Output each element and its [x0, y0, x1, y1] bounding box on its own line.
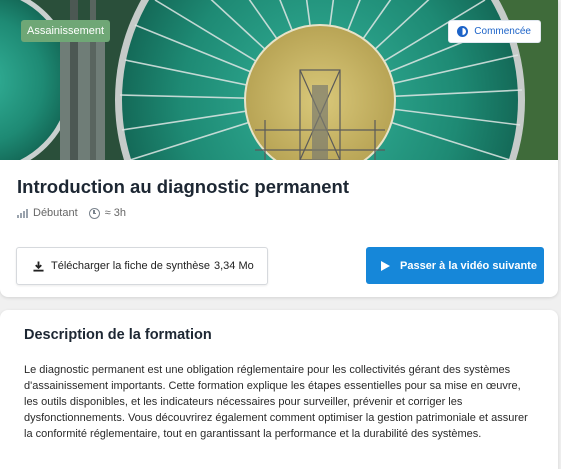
download-summary-button[interactable]: Télécharger la fiche de synthèse 3,34 Mo — [16, 247, 268, 285]
status-badge: Commencée — [448, 20, 541, 43]
level-bars-icon — [17, 208, 28, 218]
course-hero-image: Assainissement Commencée — [0, 0, 558, 160]
download-size: 3,34 Mo — [213, 260, 254, 272]
level-label: Débutant — [33, 207, 78, 219]
duration-label: ≈ 3h — [104, 207, 126, 219]
download-label: Télécharger la fiche de synthèse — [51, 260, 210, 272]
play-icon — [381, 260, 390, 271]
course-meta: Débutant ≈ 3h — [17, 207, 126, 219]
category-badge: Assainissement — [21, 20, 111, 42]
description-text: Le diagnostic permanent est une obligati… — [24, 364, 528, 440]
description-card: Description de la formation Le diagnosti… — [0, 310, 558, 469]
download-icon — [33, 260, 44, 272]
course-title: Introduction au diagnostic permanent — [17, 176, 349, 197]
clock-icon — [88, 207, 100, 219]
next-video-button[interactable]: Passer à la vidéo suivante — [366, 247, 544, 284]
description-heading: Description de la formation — [24, 327, 212, 343]
status-label: Commencée — [474, 26, 531, 37]
course-card: Assainissement Commencée Introduction au… — [0, 0, 558, 297]
next-video-label: Passer à la vidéo suivante — [400, 259, 537, 272]
half-circle-icon — [457, 26, 469, 37]
